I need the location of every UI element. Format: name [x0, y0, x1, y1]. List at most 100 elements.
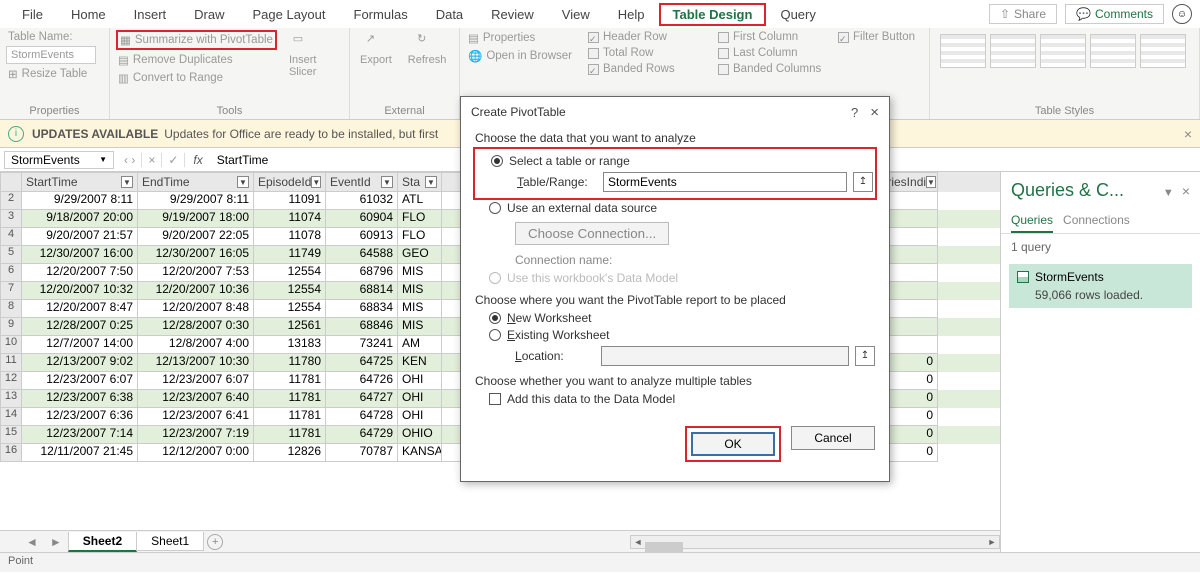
cell[interactable]: 64729 — [326, 426, 398, 444]
tab-insert[interactable]: Insert — [120, 3, 181, 26]
column-header[interactable]: StartTime▼ — [22, 172, 138, 192]
tab-data[interactable]: Data — [422, 3, 477, 26]
tab-view[interactable]: View — [548, 3, 604, 26]
tab-table-design[interactable]: Table Design — [659, 3, 767, 26]
cell[interactable]: 12/23/2007 6:36 — [22, 408, 138, 426]
tab-draw[interactable]: Draw — [180, 3, 238, 26]
cell[interactable]: 12/12/2007 0:00 — [138, 444, 254, 462]
style-thumb[interactable] — [940, 34, 986, 68]
filter-dropdown-icon[interactable]: ▼ — [237, 176, 249, 188]
first-col-check[interactable]: First Column — [716, 30, 824, 44]
row-header[interactable]: 15 — [0, 426, 22, 444]
cell[interactable]: 12/7/2007 14:00 — [22, 336, 138, 354]
ok-button[interactable]: OK — [691, 432, 775, 456]
cell[interactable]: MIS — [398, 300, 442, 318]
row-header[interactable]: 8 — [0, 300, 22, 318]
row-header[interactable]: 2 — [0, 192, 22, 210]
cell[interactable]: 60913 — [326, 228, 398, 246]
cell[interactable]: 12/23/2007 7:14 — [22, 426, 138, 444]
scroll-right-icon[interactable]: ► — [985, 537, 999, 547]
cell[interactable]: 12/23/2007 6:07 — [138, 372, 254, 390]
refresh-button[interactable]: ↻Refresh — [404, 30, 451, 103]
location-input[interactable] — [601, 346, 849, 366]
cell[interactable]: MIS — [398, 282, 442, 300]
insert-slicer-button[interactable]: ▭ Insert Slicer — [285, 30, 321, 103]
cell[interactable]: 12/28/2007 0:25 — [22, 318, 138, 336]
cell[interactable]: 11091 — [254, 192, 326, 210]
cell[interactable]: 64726 — [326, 372, 398, 390]
cell[interactable]: 64727 — [326, 390, 398, 408]
cell[interactable]: 11781 — [254, 390, 326, 408]
cell[interactable]: 12/11/2007 21:45 — [22, 444, 138, 462]
cell[interactable]: 12554 — [254, 264, 326, 282]
cell[interactable]: 9/29/2007 8:11 — [138, 192, 254, 210]
cell[interactable]: 9/20/2007 22:05 — [138, 228, 254, 246]
cell[interactable]: 11749 — [254, 246, 326, 264]
row-header[interactable]: 7 — [0, 282, 22, 300]
scroll-left-icon[interactable]: ◄ — [631, 537, 645, 547]
sheet-tab-sheet2[interactable]: Sheet2 — [68, 532, 137, 552]
queries-tab-connections[interactable]: Connections — [1063, 209, 1130, 233]
radio-new-worksheet[interactable]: New Worksheet — [489, 311, 875, 325]
column-header[interactable]: EndTime▼ — [138, 172, 254, 192]
cell[interactable]: 11781 — [254, 372, 326, 390]
cell[interactable]: 12/20/2007 8:48 — [138, 300, 254, 318]
cell[interactable]: 68796 — [326, 264, 398, 282]
cell[interactable]: MIS — [398, 264, 442, 282]
total-row-check[interactable]: Total Row — [586, 46, 704, 60]
select-all[interactable] — [0, 172, 22, 192]
tab-formulas[interactable]: Formulas — [340, 3, 422, 26]
tab-page-layout[interactable]: Page Layout — [239, 3, 340, 26]
cell[interactable]: 68846 — [326, 318, 398, 336]
cell[interactable]: 9/20/2007 21:57 — [22, 228, 138, 246]
cell[interactable]: 12554 — [254, 282, 326, 300]
fx-cancel[interactable]: × — [142, 153, 162, 167]
cell[interactable]: 70787 — [326, 444, 398, 462]
cell[interactable]: 12/8/2007 4:00 — [138, 336, 254, 354]
radio-select-table[interactable]: Select a table or range — [491, 154, 873, 168]
cell[interactable]: 12/20/2007 7:50 — [22, 264, 138, 282]
comments-button[interactable]: 💬Comments — [1065, 4, 1164, 24]
row-header[interactable]: 4 — [0, 228, 22, 246]
cell[interactable]: 12/23/2007 6:38 — [22, 390, 138, 408]
row-header[interactable]: 12 — [0, 372, 22, 390]
cell[interactable]: 11781 — [254, 408, 326, 426]
row-header[interactable]: 10 — [0, 336, 22, 354]
cell[interactable]: OHIO — [398, 426, 442, 444]
convert-range-button[interactable]: ▥Convert to Range — [116, 70, 277, 86]
tab-review[interactable]: Review — [477, 3, 548, 26]
cell[interactable]: 64588 — [326, 246, 398, 264]
cell[interactable]: 11781 — [254, 426, 326, 444]
cell[interactable]: 9/29/2007 8:11 — [22, 192, 138, 210]
cell[interactable]: 12/20/2007 10:36 — [138, 282, 254, 300]
cell[interactable]: 12/30/2007 16:05 — [138, 246, 254, 264]
filter-dropdown-icon[interactable]: ▼ — [381, 176, 393, 188]
style-thumb[interactable] — [990, 34, 1036, 68]
cell[interactable]: 61032 — [326, 192, 398, 210]
cell[interactable]: 68834 — [326, 300, 398, 318]
sheet-tab-sheet1[interactable]: Sheet1 — [136, 532, 204, 551]
dialog-help-button[interactable]: ? — [851, 105, 858, 120]
chevron-down-icon[interactable]: ▼ — [1163, 187, 1174, 199]
fx-accept[interactable]: ✓ — [162, 153, 185, 167]
row-header[interactable]: 3 — [0, 210, 22, 228]
namebox[interactable]: StormEvents▼ — [4, 151, 114, 169]
cell[interactable]: 11780 — [254, 354, 326, 372]
cell[interactable]: KANSAS — [398, 444, 442, 462]
tab-help[interactable]: Help — [604, 3, 659, 26]
remove-duplicates-button[interactable]: ▤Remove Duplicates — [116, 52, 277, 68]
style-thumb[interactable] — [1090, 34, 1136, 68]
row-header[interactable]: 13 — [0, 390, 22, 408]
cell[interactable]: FLO — [398, 210, 442, 228]
column-header[interactable]: EpisodeId▼ — [254, 172, 326, 192]
header-row-check[interactable]: Header Row — [586, 30, 704, 44]
cell[interactable]: 68814 — [326, 282, 398, 300]
banded-rows-check[interactable]: Banded Rows — [586, 62, 704, 76]
fx-label[interactable]: fx — [185, 153, 210, 167]
cell[interactable]: GEO — [398, 246, 442, 264]
export-button[interactable]: ↗Export — [356, 30, 396, 103]
cell[interactable]: 64728 — [326, 408, 398, 426]
cell[interactable]: 12/13/2007 10:30 — [138, 354, 254, 372]
location-selector-button[interactable]: ↥ — [855, 346, 875, 366]
row-header[interactable]: 11 — [0, 354, 22, 372]
